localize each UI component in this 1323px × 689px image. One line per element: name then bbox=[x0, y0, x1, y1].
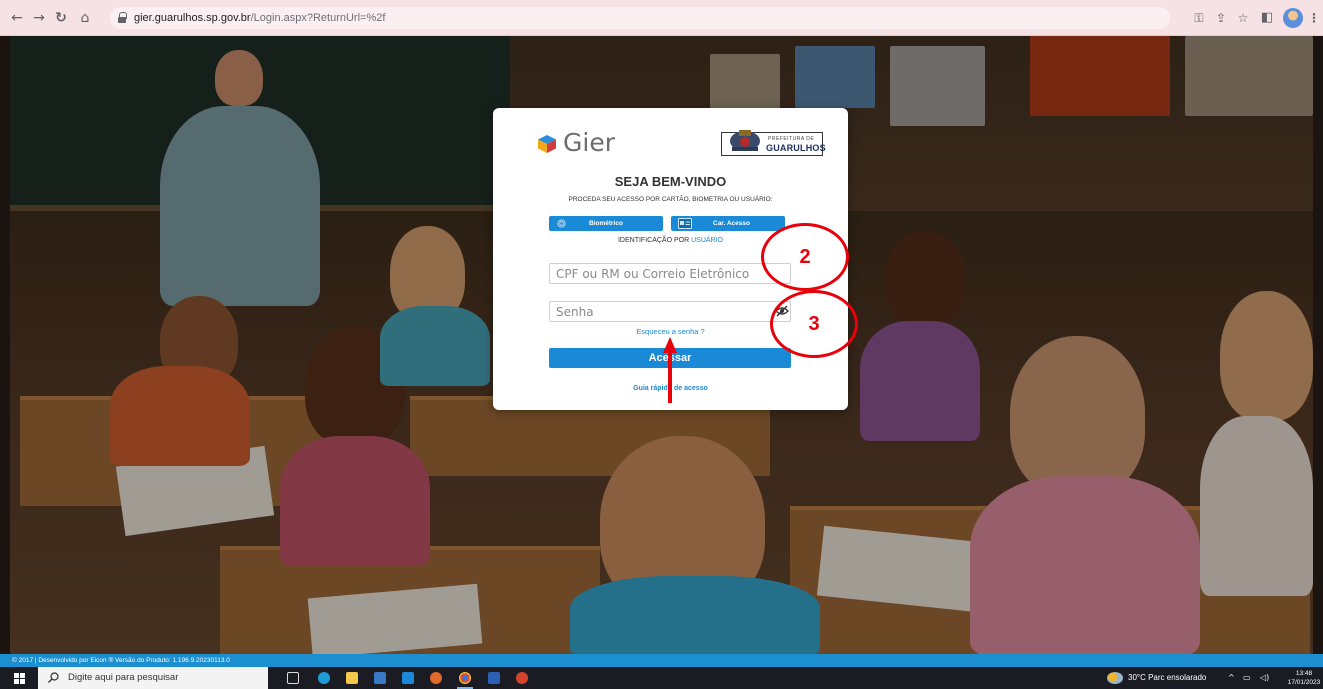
speaker-icon[interactable]: ◁) bbox=[1260, 667, 1269, 689]
weather-icon[interactable] bbox=[1107, 672, 1123, 684]
word-icon[interactable] bbox=[488, 672, 500, 684]
user-field-container bbox=[549, 263, 791, 284]
fingerprint-icon bbox=[557, 219, 566, 228]
annotation-arrow-icon bbox=[663, 337, 677, 403]
chevron-up-icon[interactable]: ^ bbox=[1228, 667, 1235, 689]
clock-date: 17/01/2023 bbox=[1287, 679, 1321, 686]
address-bar-url: gier.guarulhos.sp.gov.br/Login.aspx?Retu… bbox=[134, 12, 386, 24]
store-icon[interactable] bbox=[374, 672, 386, 684]
lock-icon[interactable] bbox=[118, 12, 127, 23]
user-input[interactable] bbox=[550, 264, 790, 283]
id-card-icon bbox=[678, 218, 692, 229]
back-icon[interactable]: ← bbox=[8, 9, 26, 27]
menu-icon[interactable]: ⋮ bbox=[1305, 9, 1323, 27]
home-icon[interactable]: ⌂ bbox=[76, 9, 94, 27]
chrome-icon[interactable] bbox=[459, 672, 471, 684]
footer-version-bar: © 2017 | Desenvolvido por Eicon ® Versão… bbox=[0, 654, 1323, 667]
mail-icon[interactable] bbox=[402, 672, 414, 684]
browser-toolbar: ← → ↻ ⌂ gier.guarulhos.sp.gov.br/Login.a… bbox=[0, 0, 1323, 36]
address-bar[interactable]: gier.guarulhos.sp.gov.br/Login.aspx?Retu… bbox=[110, 7, 1170, 29]
file-explorer-icon[interactable] bbox=[346, 672, 358, 684]
password-field-container bbox=[549, 301, 791, 322]
clock-time: 13:48 bbox=[1295, 670, 1313, 677]
windows-taskbar: Digite aqui para pesquisar 30°C Parc ens… bbox=[0, 667, 1323, 689]
annotation-circle-2: 2 bbox=[761, 223, 849, 291]
gier-logo-text: Gier bbox=[563, 128, 615, 157]
powerpoint-icon[interactable] bbox=[516, 672, 528, 684]
seal-caption: PREFEITURA DE bbox=[768, 136, 815, 142]
firefox-icon[interactable] bbox=[430, 672, 442, 684]
profile-icon[interactable] bbox=[1283, 8, 1303, 28]
taskbar-search-placeholder: Digite aqui para pesquisar bbox=[68, 672, 179, 683]
system-clock[interactable]: 13:48 17/01/2023 bbox=[1286, 669, 1322, 687]
reload-icon[interactable]: ↻ bbox=[52, 9, 70, 27]
key-icon[interactable]: ⚿ bbox=[1190, 9, 1208, 27]
sidebar-icon[interactable]: ◧ bbox=[1258, 9, 1276, 27]
access-card-button[interactable]: Car. Acesso bbox=[671, 216, 785, 231]
coat-of-arms-icon bbox=[730, 130, 760, 151]
taskbar-search-box[interactable]: Digite aqui para pesquisar bbox=[38, 667, 268, 689]
access-card-label: Car. Acesso bbox=[713, 220, 750, 227]
forward-icon[interactable]: → bbox=[30, 9, 48, 27]
windows-start-icon[interactable] bbox=[14, 673, 25, 684]
annotation-circle-3: 3 bbox=[770, 290, 858, 358]
biometric-label: Biométrico bbox=[589, 220, 623, 227]
user-identification-link[interactable]: USUÁRIO bbox=[691, 237, 723, 244]
star-icon[interactable]: ☆ bbox=[1234, 9, 1252, 27]
search-icon bbox=[48, 672, 59, 683]
biometric-button[interactable]: Biométrico bbox=[549, 216, 663, 231]
guarulhos-seal-logo: PREFEITURA DE GUARULHOS bbox=[721, 130, 826, 156]
task-view-icon[interactable] bbox=[287, 672, 299, 684]
edge-icon[interactable] bbox=[318, 672, 330, 684]
weather-text[interactable]: 30°C Parc ensolarado bbox=[1128, 667, 1206, 689]
welcome-heading: SEJA BEM-VINDO bbox=[614, 174, 727, 189]
gier-logo-icon bbox=[538, 135, 556, 153]
password-input[interactable] bbox=[550, 302, 790, 321]
network-icon[interactable]: ▭ bbox=[1243, 667, 1251, 689]
share-icon[interactable]: ⇪ bbox=[1212, 9, 1230, 27]
seal-title: GUARULHOS bbox=[766, 143, 826, 153]
access-instructions: PROCEDA SEU ACESSO POR CARTÃO, BIOMETRIA… bbox=[568, 196, 773, 203]
